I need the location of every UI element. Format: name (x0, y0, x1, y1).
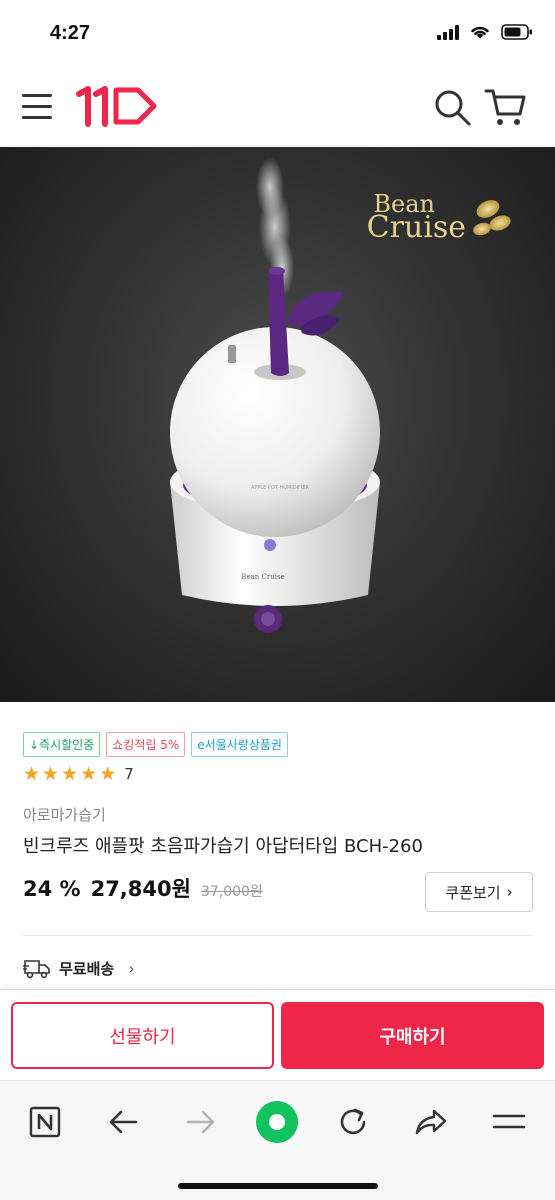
product-image[interactable]: Bean Cruise APPLE POT HUMIDIFIER Bean Cr… (0, 147, 555, 702)
truck-icon (23, 960, 50, 979)
brand-logo-cruise: Cruise (367, 210, 466, 245)
buy-button[interactable]: 구매하기 (281, 1002, 544, 1069)
instant-discount-badge: ↓즉시할인중 (23, 732, 101, 757)
original-price: 37,000원 (200, 884, 263, 900)
wifi-icon (471, 26, 489, 39)
star-icon: ★ (99, 763, 117, 785)
naver-n-icon[interactable] (20, 1099, 70, 1145)
share-icon[interactable] (406, 1099, 456, 1145)
discount-rate: 24 % (23, 877, 81, 901)
home-circle-icon[interactable] (252, 1099, 302, 1145)
coupon-button-label: 쿠폰보기 (445, 883, 501, 902)
coupon-button[interactable]: 쿠폰보기 › (425, 872, 533, 912)
11st-logo[interactable] (76, 84, 160, 132)
chevron-right-icon: › (506, 883, 513, 901)
svg-text:Bean Cruise: Bean Cruise (241, 573, 284, 581)
home-indicator (178, 1183, 378, 1189)
sale-price: 27,840원 (90, 877, 191, 901)
shipping-label: 무료배송 (59, 959, 115, 978)
status-time: 4:27 (50, 22, 91, 44)
battery-icon (501, 24, 532, 40)
product-title: 빈크루즈 애플팟 초음파가습기 아답터타입 BCH-260 (23, 836, 423, 857)
star-icon: ★ (80, 763, 98, 785)
benefit-badges: ↓즉시할인중 쇼킹적립 5% e서울사랑상품권 (23, 732, 288, 757)
back-arrow-icon[interactable] (98, 1099, 148, 1145)
svg-text:APPLE POT HUMIDIFIER: APPLE POT HUMIDIFIER (251, 485, 310, 491)
gift-button[interactable]: 선물하기 (11, 1002, 274, 1069)
rating[interactable]: ★ ★ ★ ★ ★ 7 (23, 764, 134, 784)
review-count: 7 (124, 765, 134, 783)
product-category[interactable]: 아로마가습기 (23, 804, 106, 825)
refresh-icon[interactable] (328, 1099, 378, 1145)
divider (23, 935, 533, 936)
price-row: 24 % 27,840원 37,000원 (23, 873, 263, 903)
signal-icon (437, 24, 459, 40)
seoul-voucher-badge: e서울사랑상품권 (191, 732, 288, 757)
forward-arrow-icon[interactable] (176, 1099, 226, 1145)
shipping-info[interactable]: 무료배송 › (23, 957, 135, 979)
app-header (0, 70, 555, 146)
star-icon: ★ (42, 763, 60, 785)
star-icon: ★ (61, 763, 79, 785)
purchase-action-bar: 선물하기 구매하기 (0, 989, 555, 1079)
search-icon[interactable] (433, 88, 473, 128)
cart-icon[interactable] (484, 86, 526, 128)
status-icons (437, 24, 533, 40)
menu-lines-icon[interactable] (484, 1099, 534, 1145)
browser-toolbar (0, 1080, 555, 1200)
shocking-points-badge: 쇼킹적립 5% (106, 732, 186, 757)
status-bar: 4:27 (0, 0, 555, 70)
chevron-right-icon: › (128, 958, 135, 978)
menu-icon[interactable] (22, 94, 52, 120)
star-icon: ★ (23, 763, 41, 785)
